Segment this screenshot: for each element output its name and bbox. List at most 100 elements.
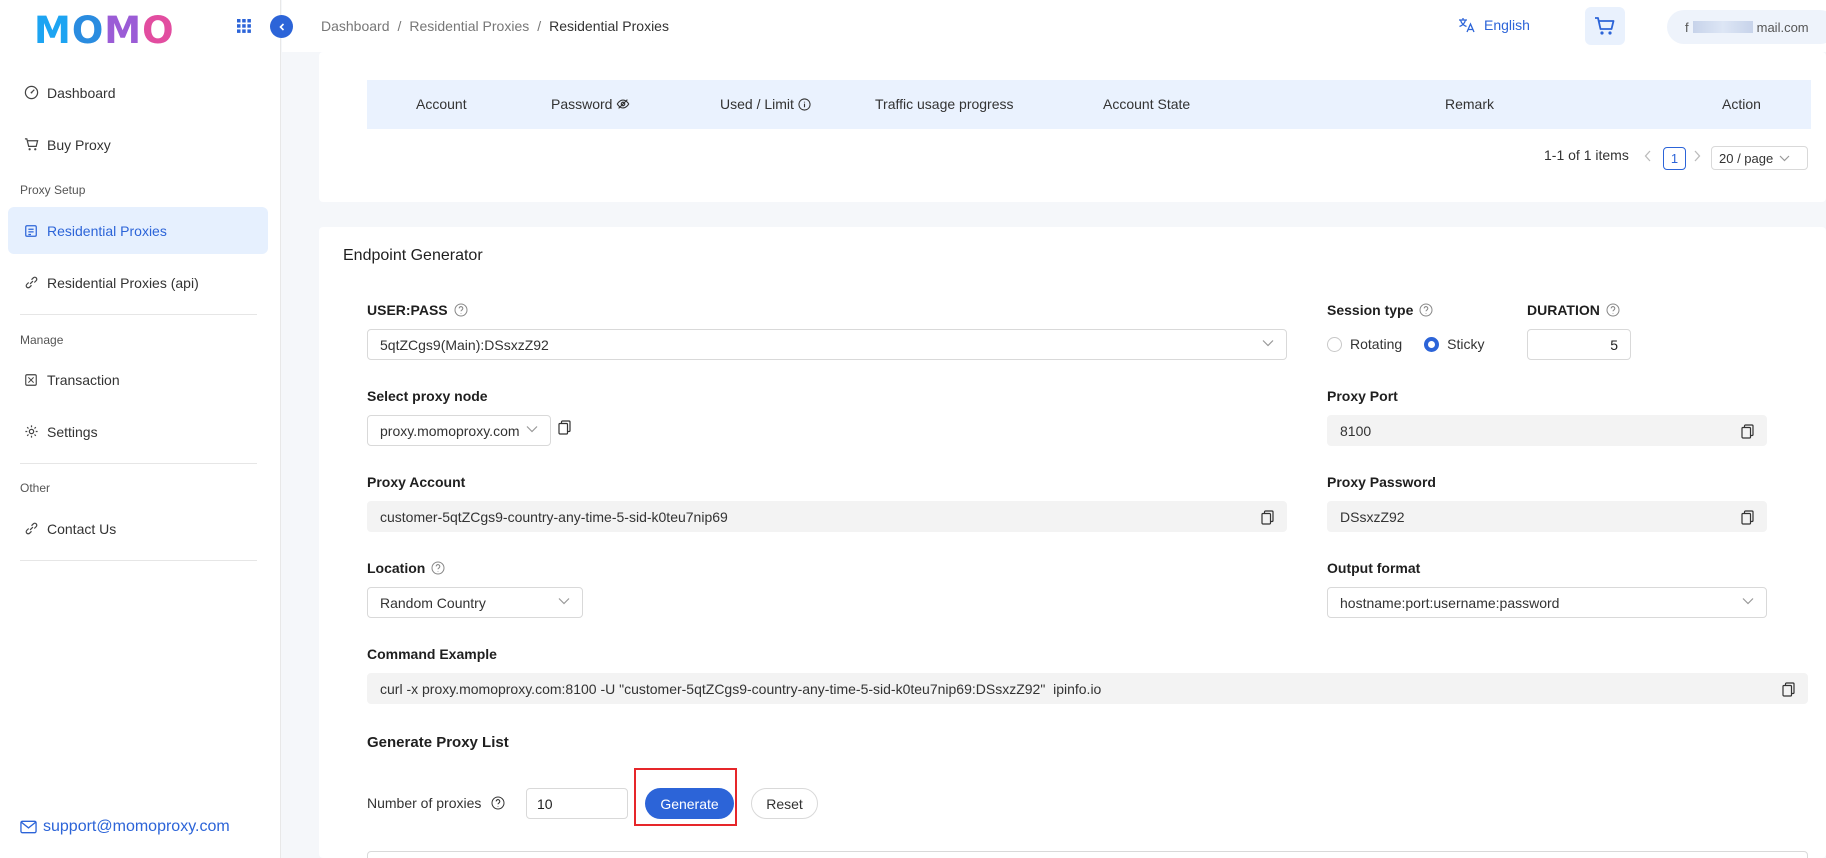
duration-input[interactable]: 5	[1527, 329, 1631, 360]
sidebar-item-settings[interactable]: Settings	[8, 408, 268, 455]
pagination-summary: 1-1 of 1 items	[1544, 147, 1629, 163]
column-header-account-state: Account State	[1103, 96, 1191, 112]
proxy-list-output[interactable]	[367, 851, 1808, 858]
copy-icon[interactable]	[1741, 510, 1754, 525]
user-pass-select[interactable]: 5qtZCgs9(Main):DSsxzZ92	[367, 329, 1287, 360]
apps-grid-icon[interactable]	[236, 18, 252, 34]
cart-button[interactable]	[1585, 7, 1625, 45]
proxy-account-field: customer-5qtZCgs9-country-any-time-5-sid…	[367, 501, 1287, 532]
copy-icon[interactable]	[1741, 424, 1754, 439]
radio-rotating[interactable]	[1327, 336, 1342, 352]
sidebar-item-label: Settings	[47, 423, 98, 440]
help-icon[interactable]	[431, 561, 445, 575]
support-email-link[interactable]: support@momoproxy.com	[20, 818, 230, 836]
session-type-label: Session type	[1327, 302, 1433, 318]
column-header-password: Password	[551, 96, 630, 112]
api-link-icon	[23, 275, 39, 291]
help-icon[interactable]	[454, 303, 468, 317]
divider	[20, 560, 257, 561]
column-header-action: Action	[1722, 96, 1761, 112]
help-icon[interactable]	[1606, 303, 1620, 317]
location-select[interactable]: Random Country	[367, 587, 583, 618]
proxy-node-select[interactable]: proxy.momoproxy.com	[367, 415, 551, 446]
user-pass-label: USER:PASS	[367, 302, 468, 318]
radio-sticky-label[interactable]: Sticky	[1447, 336, 1484, 352]
pagination-next-icon[interactable]	[1693, 150, 1701, 162]
chevron-down-icon	[1262, 339, 1274, 347]
proxy-account-value: customer-5qtZCgs9-country-any-time-5-sid…	[380, 508, 728, 525]
location-value: Random Country	[380, 594, 486, 611]
chevron-down-icon	[1742, 597, 1754, 605]
sidebar: MOMO Dashboard Buy Proxy Proxy Setup Res…	[0, 0, 281, 858]
user-email-suffix: mail.com	[1756, 19, 1809, 35]
help-icon[interactable]	[1419, 303, 1433, 317]
breadcrumb-residential-proxies[interactable]: Residential Proxies	[409, 18, 529, 34]
radio-sticky[interactable]	[1424, 336, 1440, 352]
copy-icon[interactable]	[558, 420, 571, 435]
sidebar-item-dashboard[interactable]: Dashboard	[8, 69, 268, 116]
support-email: support@momoproxy.com	[43, 818, 230, 835]
column-header-traffic-usage: Traffic usage progress	[875, 96, 1014, 112]
column-header-account: Account	[416, 96, 467, 112]
radio-rotating-label[interactable]: Rotating	[1350, 336, 1402, 352]
session-type-label-text: Session type	[1327, 302, 1414, 318]
column-header-used-limit: Used / Limit	[720, 96, 811, 112]
link-icon	[23, 521, 39, 537]
proxy-port-label: Proxy Port	[1327, 388, 1398, 404]
page-size-value: 20 / page	[1719, 150, 1774, 166]
reset-button[interactable]: Reset	[751, 788, 818, 819]
momo-logo[interactable]: MOMO	[34, 9, 175, 52]
document-icon	[23, 223, 39, 239]
user-account-menu[interactable]: f mail.com	[1667, 10, 1826, 44]
proxy-node-label: Select proxy node	[367, 388, 488, 404]
column-header-password-label: Password	[551, 96, 613, 112]
generate-button[interactable]: Generate	[645, 788, 734, 819]
pagination-page-1[interactable]: 1	[1663, 147, 1686, 170]
sidebar-item-label: Transaction	[47, 371, 120, 388]
info-icon[interactable]	[798, 97, 811, 111]
output-format-select[interactable]: hostname:port:username:password	[1327, 587, 1767, 618]
collapse-sidebar-button[interactable]	[270, 15, 293, 38]
help-icon[interactable]	[491, 796, 505, 810]
sidebar-item-label: Residential Proxies (api)	[47, 274, 199, 291]
sidebar-item-label: Dashboard	[47, 84, 116, 101]
sidebar-item-transaction[interactable]: Transaction	[8, 356, 268, 403]
sidebar-item-label: Buy Proxy	[47, 136, 111, 153]
proxy-password-field: DSsxzZ92	[1327, 501, 1767, 532]
sidebar-item-residential-proxies-api[interactable]: Residential Proxies (api)	[8, 259, 268, 306]
eye-hidden-icon[interactable]	[616, 97, 630, 111]
breadcrumb-dashboard[interactable]: Dashboard	[321, 18, 390, 34]
endpoint-generator-title: Endpoint Generator	[343, 247, 483, 264]
proxy-account-label: Proxy Account	[367, 474, 466, 490]
copy-icon[interactable]	[1782, 682, 1795, 697]
pagination-prev-icon[interactable]	[1644, 150, 1652, 162]
divider	[20, 463, 257, 464]
sidebar-item-contact-us[interactable]: Contact Us	[8, 505, 268, 552]
proxy-port-field: 8100	[1327, 415, 1767, 446]
page-size-select[interactable]: 20 / page	[1711, 146, 1808, 170]
duration-label: DURATION	[1527, 302, 1620, 318]
breadcrumb-separator: /	[397, 18, 402, 34]
sidebar-item-buy-proxy[interactable]: Buy Proxy	[8, 121, 268, 168]
language-switcher[interactable]: English	[1458, 17, 1530, 33]
session-type-radio-group: Rotating Sticky	[1327, 336, 1485, 352]
sidebar-item-residential-proxies[interactable]: Residential Proxies	[8, 207, 268, 254]
location-label-text: Location	[367, 560, 426, 576]
output-format-label: Output format	[1327, 560, 1421, 576]
chevron-down-icon	[526, 425, 538, 433]
gear-icon	[23, 424, 39, 440]
proxy-password-value: DSsxzZ92	[1340, 508, 1405, 525]
proxy-port-value: 8100	[1340, 422, 1372, 439]
number-of-proxies-input[interactable]: 10	[526, 788, 628, 819]
copy-icon[interactable]	[1261, 510, 1274, 525]
duration-label-text: DURATION	[1527, 302, 1600, 318]
nav-group-manage: Manage	[20, 333, 64, 347]
command-example-field: curl -x proxy.momoproxy.com:8100 -U "cus…	[367, 673, 1808, 704]
redacted-email	[1692, 21, 1753, 33]
cart-icon	[23, 137, 39, 153]
number-of-proxies-text: Number of proxies	[367, 795, 482, 811]
language-label: English	[1484, 17, 1530, 33]
divider	[20, 314, 257, 315]
sidebar-item-label: Residential Proxies	[47, 222, 167, 239]
user-pass-label-text: USER:PASS	[367, 302, 448, 318]
